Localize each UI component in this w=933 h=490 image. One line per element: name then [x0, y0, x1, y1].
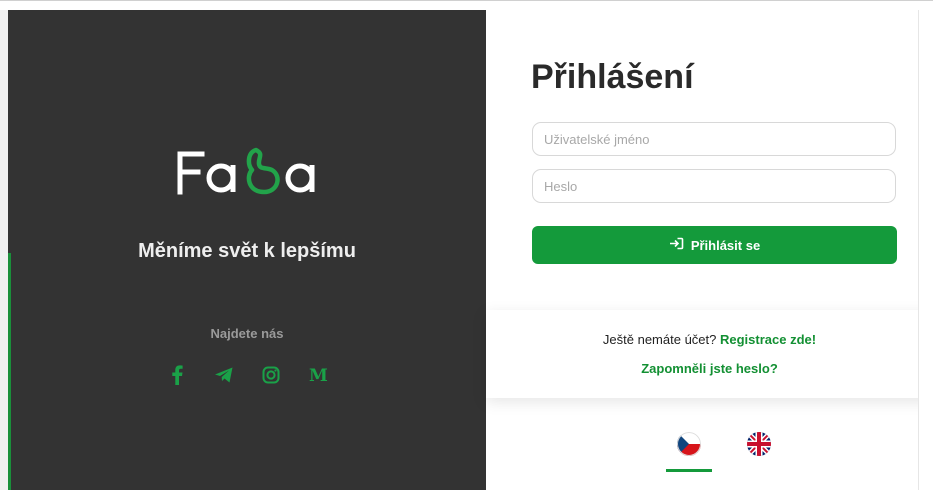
brand-panel: Měníme svět k lepšímu Najdete nás M — [8, 10, 486, 490]
left-gutter — [0, 10, 8, 490]
username-input[interactable] — [532, 122, 896, 156]
register-link[interactable]: Registrace zde! — [720, 332, 816, 347]
signup-prompt: Ještě nemáte účet? — [602, 332, 717, 347]
svg-text:M: M — [309, 366, 328, 384]
login-button[interactable]: Přihlásit se — [532, 226, 897, 264]
forgot-line: Zapomněli jste heslo? — [486, 361, 933, 376]
faba-logo — [176, 140, 336, 200]
sign-in-icon — [669, 237, 684, 253]
facebook-icon[interactable] — [166, 364, 188, 386]
language-option-cs[interactable] — [666, 432, 712, 474]
signup-card: Ještě nemáte účet? Registrace zde! Zapom… — [486, 310, 933, 398]
uk-flag-icon — [747, 432, 771, 456]
forgot-password-link[interactable]: Zapomněli jste heslo? — [641, 361, 778, 376]
czech-flag-icon — [677, 432, 701, 456]
medium-icon[interactable]: M — [307, 364, 329, 386]
login-title: Přihlášení — [531, 58, 694, 96]
social-links: M — [166, 364, 329, 386]
right-edge — [918, 10, 933, 490]
language-switcher — [666, 432, 782, 474]
password-input[interactable] — [532, 169, 896, 203]
faba-logo-icon — [177, 147, 315, 195]
login-page: Měníme svět k lepšímu Najdete nás M Přih… — [0, 0, 933, 490]
top-divider — [0, 0, 933, 1]
login-button-label: Přihlásit se — [690, 237, 761, 253]
tagline: Měníme svět k lepšímu — [138, 240, 356, 262]
find-us-label: Najdete nás — [210, 326, 284, 341]
language-option-en[interactable] — [736, 432, 782, 474]
accent-strip — [8, 253, 11, 490]
instagram-icon[interactable] — [260, 364, 282, 386]
active-language-indicator — [666, 469, 712, 472]
telegram-icon[interactable] — [213, 364, 235, 386]
signup-line: Ještě nemáte účet? Registrace zde! — [486, 332, 933, 347]
